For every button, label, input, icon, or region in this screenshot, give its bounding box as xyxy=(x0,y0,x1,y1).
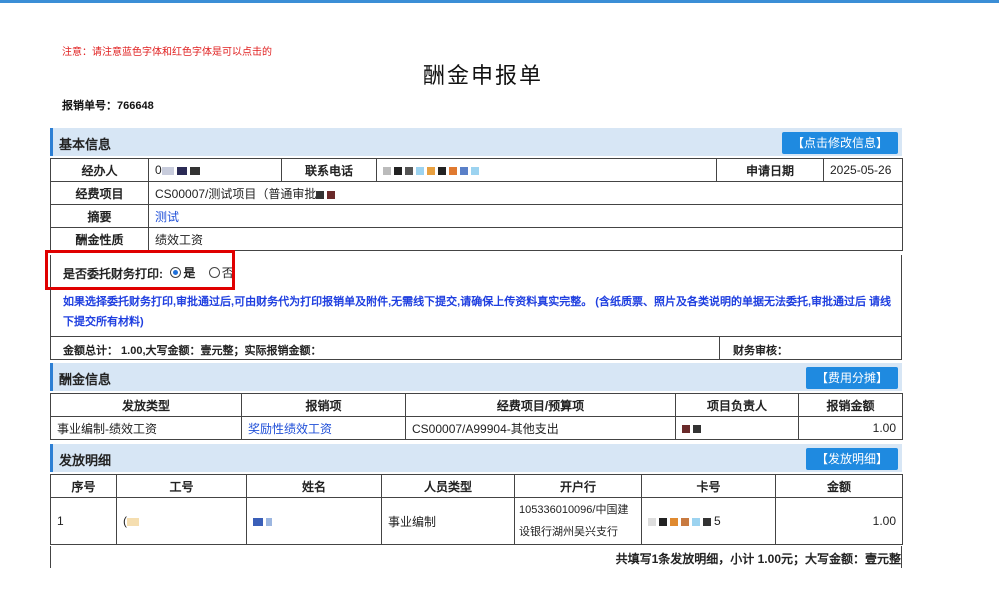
table-row: 经费项目 CS00007/测试项目（普通审批 xyxy=(50,181,903,205)
col-header: 报销金额 xyxy=(798,393,903,417)
detail-summary: 共填写1条发放明细，小计 1.00元；大写金额：壹元整 xyxy=(50,546,902,568)
amount-cell: 1.00 xyxy=(798,416,903,440)
table-row: 摘要 测试 xyxy=(50,204,903,228)
detail-button[interactable]: 【发放明细】 xyxy=(805,448,898,470)
basic-info-title: 基本信息 xyxy=(59,137,112,152)
basic-info-header: 基本信息 【点击修改信息】 xyxy=(50,128,902,156)
col-header: 开户行 xyxy=(514,474,642,498)
reimburse-item-link[interactable]: 奖励性绩效工资 xyxy=(241,416,406,440)
total-text: 金额总计： 1.00,大写金额：壹元整；实际报销金额： xyxy=(63,345,322,357)
redacted-block xyxy=(253,514,275,528)
col-header: 经费项目/预算项 xyxy=(405,393,676,417)
handler-value: 0 xyxy=(148,158,282,182)
highlight-box xyxy=(45,250,235,290)
table-row: 事业编制-绩效工资 奖励性绩效工资 CS00007/A99904-其他支出 1.… xyxy=(50,416,903,440)
date-label: 申请日期 xyxy=(716,158,824,182)
col-header: 报销项 xyxy=(241,393,406,417)
project-value: CS00007/测试项目（普通审批 xyxy=(148,181,903,205)
table-row: 1 ( 事业编制 105336010096/中国建设银行湖州吴兴支行 5 1.0… xyxy=(50,497,903,545)
col-header: 工号 xyxy=(116,474,247,498)
table-header-row: 序号 工号 姓名 人员类型 开户行 卡号 金额 xyxy=(50,474,903,498)
table-row: 经办人 0 联系电话 申请日期 2025-05-26 xyxy=(50,158,903,182)
summary-value-link[interactable]: 测试 xyxy=(148,204,903,228)
reward-info-title: 酬金信息 xyxy=(59,372,112,387)
detail-header: 发放明细 【发放明细】 xyxy=(50,444,902,472)
bank-cell: 105336010096/中国建设银行湖州吴兴支行 xyxy=(514,497,642,545)
budget-cell: CS00007/A99904-其他支出 xyxy=(405,416,676,440)
finance-audit-label: 财务审核： xyxy=(733,345,788,357)
redacted-block xyxy=(161,163,203,177)
person-type-cell: 事业编制 xyxy=(381,497,515,545)
handler-label: 经办人 xyxy=(50,158,149,182)
date-value: 2025-05-26 xyxy=(823,158,903,182)
detail-table: 序号 工号 姓名 人员类型 开户行 卡号 金额 1 ( 事业编制 1053360… xyxy=(50,474,903,545)
reward-info-header: 酬金信息 【费用分摊】 xyxy=(50,363,902,391)
project-label: 经费项目 xyxy=(50,181,149,205)
row-number: 1 xyxy=(50,497,117,545)
detail-amount-cell: 1.00 xyxy=(775,497,903,545)
doc-number-value: 766648 xyxy=(117,100,154,112)
redacted-block xyxy=(127,514,142,528)
cost-split-button[interactable]: 【费用分摊】 xyxy=(805,367,898,389)
redacted-block xyxy=(682,421,704,435)
reward-table: 发放类型 报销项 经费项目/预算项 项目负责人 报销金额 事业编制-绩效工资 奖… xyxy=(50,393,903,440)
doc-number: 报销单号：766648 xyxy=(62,97,154,113)
top-accent-bar xyxy=(0,0,999,3)
table-header-row: 发放类型 报销项 经费项目/预算项 项目负责人 报销金额 xyxy=(50,393,903,417)
basic-info-table: 经办人 0 联系电话 申请日期 2025-05-26 经费项目 CS00007/… xyxy=(50,158,903,251)
redacted-block xyxy=(316,187,338,201)
nature-label: 酬金性质 xyxy=(50,227,149,251)
card-cell: 5 xyxy=(641,497,776,545)
phone-label: 联系电话 xyxy=(281,158,377,182)
col-header: 金额 xyxy=(775,474,903,498)
nature-value: 绩效工资 xyxy=(148,227,903,251)
phone-value xyxy=(376,158,717,182)
name-cell xyxy=(246,497,382,545)
col-header: 姓名 xyxy=(246,474,382,498)
print-hint-text: 如果选择委托财务打印,审批通过后,可由财务代为打印报销单及附件,无需线下提交,请… xyxy=(63,296,892,328)
doc-number-label: 报销单号： xyxy=(62,100,117,112)
col-header: 项目负责人 xyxy=(675,393,799,417)
col-header: 发放类型 xyxy=(50,393,242,417)
col-header: 人员类型 xyxy=(381,474,515,498)
table-row: 酬金性质 绩效工资 xyxy=(50,227,903,251)
leader-cell xyxy=(675,416,799,440)
col-header: 序号 xyxy=(50,474,117,498)
notice-text: 注意：请注意蓝色字体和红色字体是可以点击的 xyxy=(62,47,272,58)
print-hint: 如果选择委托财务打印,审批通过后,可由财务代为打印报销单及附件,无需线下提交,请… xyxy=(50,289,902,337)
redacted-block xyxy=(648,514,714,528)
redacted-block xyxy=(383,163,482,177)
total-row: 金额总计： 1.00,大写金额：壹元整；实际报销金额： 财务审核： xyxy=(50,337,902,360)
emp-id-cell: ( xyxy=(116,497,247,545)
detail-title: 发放明细 xyxy=(59,453,112,468)
divider xyxy=(719,337,720,359)
page-title: 酬金申报单 xyxy=(422,64,543,89)
col-header: 卡号 xyxy=(641,474,776,498)
pay-type-cell: 事业编制-绩效工资 xyxy=(50,416,242,440)
summary-label: 摘要 xyxy=(50,204,149,228)
edit-info-button[interactable]: 【点击修改信息】 xyxy=(781,132,898,154)
